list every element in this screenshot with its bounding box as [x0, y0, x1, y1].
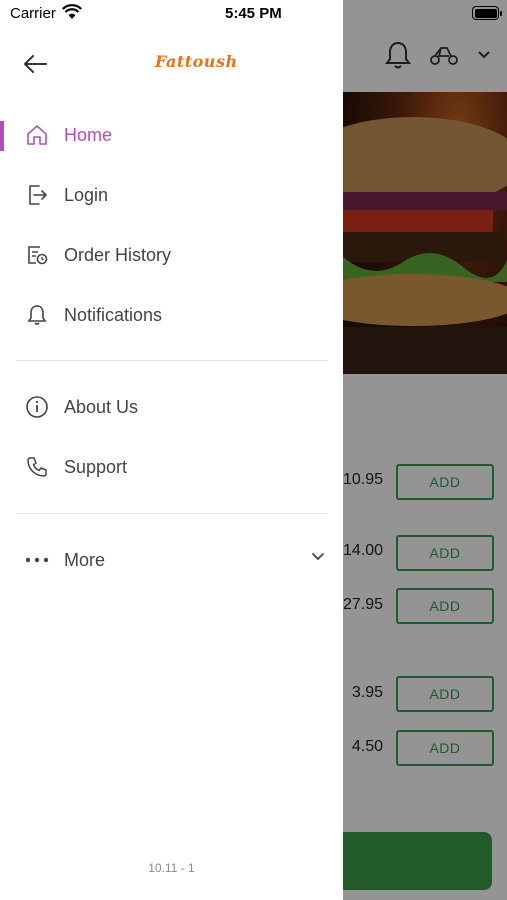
primary-menu: Home Login Order History Notifications	[0, 105, 343, 345]
drawer-header: Fattoush	[0, 38, 343, 88]
menu-item-label: Login	[64, 184, 109, 205]
info-icon	[24, 394, 50, 420]
menu-item-about-us[interactable]: About Us	[0, 377, 343, 437]
login-icon	[24, 182, 50, 208]
navigation-drawer: Fattoush Home Login Order History Notifi…	[0, 0, 343, 900]
menu-item-more[interactable]: More	[0, 530, 343, 590]
brand-logo: Fattoush	[155, 52, 238, 71]
menu-item-label: About Us	[64, 396, 139, 417]
wifi-icon	[62, 4, 82, 20]
battery-icon	[472, 6, 502, 20]
menu-item-notifications[interactable]: Notifications	[0, 285, 343, 345]
chevron-down-icon	[311, 552, 325, 561]
menu-item-label: Order History	[64, 244, 172, 265]
home-icon	[24, 122, 50, 148]
menu-item-label: Notifications	[64, 304, 163, 325]
menu-item-label: Support	[64, 456, 128, 477]
menu-item-login[interactable]: Login	[0, 165, 343, 225]
back-button[interactable]	[22, 50, 54, 78]
arrow-left-icon	[22, 54, 48, 74]
phone-icon	[24, 454, 50, 480]
menu-item-home[interactable]: Home	[0, 105, 343, 165]
carrier-label: Carrier	[10, 5, 56, 22]
more-menu: More	[0, 530, 343, 590]
menu-item-order-history[interactable]: Order History	[0, 225, 343, 285]
menu-divider	[16, 513, 328, 514]
bell-icon	[24, 302, 50, 328]
menu-item-label: More	[64, 549, 106, 570]
app-version: 10.11 - 1	[148, 861, 195, 875]
secondary-menu: About Us Support	[0, 377, 343, 497]
more-dots-icon	[24, 547, 50, 573]
menu-item-support[interactable]: Support	[0, 437, 343, 497]
menu-item-label: Home	[64, 124, 113, 145]
order-history-icon	[24, 242, 50, 268]
menu-divider	[16, 360, 328, 361]
status-time: 5:45 PM	[225, 5, 282, 22]
status-bar: Carrier 5:45 PM	[0, 0, 507, 28]
